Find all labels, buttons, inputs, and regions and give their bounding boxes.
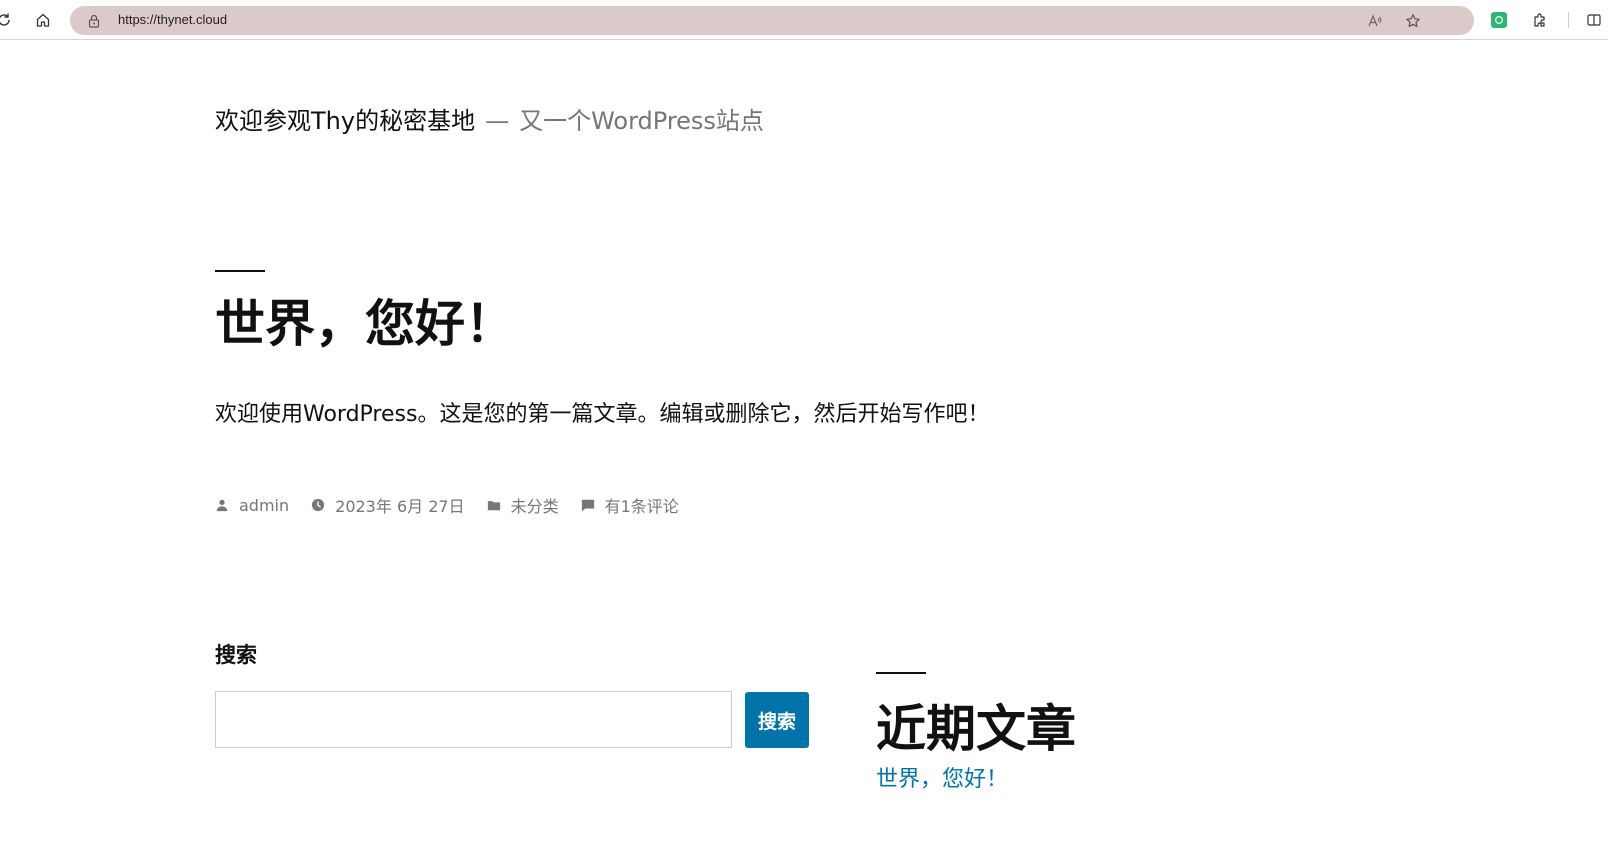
post-meta: admin 2023年 6月 27日 未分类 有1条评论 xyxy=(215,493,701,517)
site-description: 又一个WordPress站点 xyxy=(519,107,764,135)
extension-green-icon[interactable] xyxy=(1491,12,1507,28)
recent-post-link[interactable]: 世界，您好！ xyxy=(876,761,1008,793)
site-title[interactable]: 欢迎参观Thy的秘密基地 xyxy=(215,107,475,135)
post-author-link[interactable]: admin xyxy=(239,496,289,515)
post-date-link[interactable]: 2023年 6月 27日 xyxy=(335,493,464,517)
page-content: 欢迎参观Thy的秘密基地 — 又一个WordPress站点 世界，您好！ 欢迎使用W… xyxy=(0,41,1608,861)
home-icon[interactable] xyxy=(31,8,55,32)
folder-icon xyxy=(487,501,500,511)
entry-divider xyxy=(215,270,265,272)
person-icon xyxy=(216,499,228,512)
recent-posts-title: 近期文章 xyxy=(876,700,1076,758)
post-category[interactable]: 未分类 xyxy=(487,493,559,517)
recent-posts-divider xyxy=(876,672,926,674)
favorite-star-icon[interactable] xyxy=(1404,12,1422,30)
post-category-link[interactable]: 未分类 xyxy=(511,493,559,517)
address-bar[interactable]: https://thynet.cloud xyxy=(70,6,1474,35)
extensions-puzzle-icon[interactable] xyxy=(1528,8,1552,32)
post-date[interactable]: 2023年 6月 27日 xyxy=(311,493,465,517)
site-title-separator: — xyxy=(485,107,510,135)
read-aloud-icon[interactable] xyxy=(1366,12,1384,30)
toolbar-divider xyxy=(1568,12,1569,28)
browser-toolbar: https://thynet.cloud xyxy=(0,0,1608,40)
comment-icon xyxy=(581,499,594,512)
split-screen-icon[interactable] xyxy=(1582,8,1606,32)
post-body: 欢迎使用WordPress。这是您的第一篇文章。编辑或删除它，然后开始写作吧！ xyxy=(215,402,990,427)
lock-icon[interactable] xyxy=(86,13,102,29)
search-widget-label: 搜索 xyxy=(215,643,257,667)
search-button[interactable]: 搜索 xyxy=(745,692,809,748)
site-header: 欢迎参观Thy的秘密基地 — 又一个WordPress站点 xyxy=(215,105,764,137)
post-title[interactable]: 世界，您好！ xyxy=(215,291,515,357)
post-comments[interactable]: 有1条评论 xyxy=(581,493,679,517)
post-comments-link[interactable]: 有1条评论 xyxy=(605,493,679,517)
reload-icon[interactable] xyxy=(0,8,16,32)
clock-icon xyxy=(312,498,325,512)
search-input[interactable] xyxy=(215,691,732,748)
post-author[interactable]: admin xyxy=(215,496,289,515)
url-text[interactable]: https://thynet.cloud xyxy=(118,12,227,27)
